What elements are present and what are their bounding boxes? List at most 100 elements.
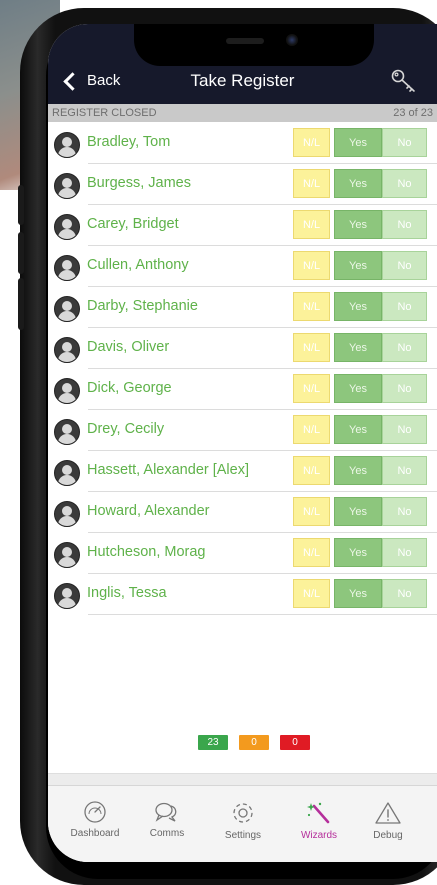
attendance-counts: 23 0 0 (198, 735, 310, 750)
avatar-icon (54, 501, 80, 527)
tab-settings[interactable]: Settings (208, 800, 278, 841)
tab-label: Debug (373, 830, 403, 841)
student-name[interactable]: Davis, Oliver (87, 339, 169, 355)
avatar-icon (54, 542, 80, 568)
tab-label: Wizards (300, 830, 338, 841)
not-listed-button[interactable]: N/L (293, 169, 330, 198)
not-listed-button[interactable]: N/L (293, 415, 330, 444)
student-name[interactable]: Burgess, James (87, 175, 191, 191)
register-status: REGISTER CLOSED (52, 107, 157, 119)
student-name[interactable]: Dick, George (87, 380, 172, 396)
warning-triangle-icon (353, 800, 423, 826)
not-listed-button[interactable]: N/L (293, 210, 330, 239)
tab-dashboard[interactable]: Dashboard (60, 800, 130, 839)
present-no-button[interactable]: No (382, 128, 427, 157)
present-yes-button[interactable]: Yes (334, 128, 382, 157)
register-count: 23 of 23 (393, 107, 433, 119)
avatar-icon (54, 419, 80, 445)
front-camera (286, 34, 298, 46)
present-yes-button[interactable]: Yes (334, 374, 382, 403)
student-row: Howard, Alexander N/L Yes No (48, 492, 437, 533)
not-listed-button[interactable]: N/L (293, 292, 330, 321)
phone-side-button (18, 278, 24, 330)
present-no-button[interactable]: No (382, 292, 427, 321)
not-listed-button[interactable]: N/L (293, 333, 330, 362)
present-yes-button[interactable]: Yes (334, 415, 382, 444)
present-yes-button[interactable]: Yes (334, 333, 382, 362)
page-title: Take Register (190, 71, 295, 90)
student-name[interactable]: Inglis, Tessa (87, 585, 167, 601)
student-row: Dick, George N/L Yes No (48, 369, 437, 410)
not-listed-button[interactable]: N/L (293, 251, 330, 280)
tab-wizards[interactable]: Wizards (284, 800, 354, 841)
present-yes-button[interactable]: Yes (334, 456, 382, 485)
student-list: Bradley, Tom N/L Yes No Burgess, James N/L Yes… (48, 123, 437, 615)
student-row: Davis, Oliver N/L Yes No (48, 328, 437, 369)
present-no-button[interactable]: No (382, 251, 427, 280)
student-name[interactable]: Darby, Stephanie (87, 298, 198, 314)
phone-notch (134, 24, 374, 66)
avatar-icon (54, 583, 80, 609)
row-divider (88, 614, 437, 615)
present-no-button[interactable]: No (382, 538, 427, 567)
present-yes-button[interactable]: Yes (334, 538, 382, 567)
avatar-icon (54, 214, 80, 240)
phone-side-button (18, 185, 24, 225)
not-listed-button[interactable]: N/L (293, 538, 330, 567)
student-row: Inglis, Tessa N/L Yes No (48, 574, 437, 615)
key-icon[interactable] (390, 68, 418, 94)
avatar-icon (54, 460, 80, 486)
present-no-button[interactable]: No (382, 497, 427, 526)
student-name[interactable]: Cullen, Anthony (87, 257, 189, 273)
count-badge: 0 (239, 735, 269, 750)
not-listed-button[interactable]: N/L (293, 128, 330, 157)
student-row: Hutcheson, Morag N/L Yes No (48, 533, 437, 574)
tab-label: Settings (224, 830, 262, 841)
present-no-button[interactable]: No (382, 374, 427, 403)
present-no-button[interactable]: No (382, 210, 427, 239)
avatar-icon (54, 337, 80, 363)
student-name[interactable]: Hassett, Alexander [Alex] (87, 462, 249, 478)
gear-icon (208, 800, 278, 826)
student-name[interactable]: Carey, Bridget (87, 216, 179, 232)
student-row: Bradley, Tom N/L Yes No (48, 123, 437, 164)
student-name[interactable]: Drey, Cecily (87, 421, 164, 437)
avatar-icon (54, 255, 80, 281)
avatar-icon (54, 378, 80, 404)
present-yes-button[interactable]: Yes (334, 169, 382, 198)
chat-bubbles-icon (132, 800, 202, 824)
phone-side-button (18, 232, 24, 274)
present-no-button[interactable]: No (382, 169, 427, 198)
present-no-button[interactable]: No (382, 415, 427, 444)
dashboard-gauge-icon (60, 800, 130, 824)
student-row: Carey, Bridget N/L Yes No (48, 205, 437, 246)
not-listed-button[interactable]: N/L (293, 497, 330, 526)
present-yes-button[interactable]: Yes (334, 497, 382, 526)
register-status-bar: REGISTER CLOSED 23 of 23 (48, 104, 437, 122)
student-name[interactable]: Howard, Alexander (87, 503, 210, 519)
magic-wand-icon (284, 800, 354, 826)
tab-debug[interactable]: Debug (353, 800, 423, 841)
present-yes-button[interactable]: Yes (334, 579, 382, 608)
student-row: Darby, Stephanie N/L Yes No (48, 287, 437, 328)
tab-label: Comms (149, 828, 185, 839)
app-screen: Back Take Register REGISTER CLOSED 23 of… (48, 24, 437, 862)
present-no-button[interactable]: No (382, 333, 427, 362)
present-yes-button[interactable]: Yes (334, 210, 382, 239)
present-yes-button[interactable]: Yes (334, 292, 382, 321)
present-no-button[interactable]: No (382, 456, 427, 485)
student-row: Cullen, Anthony N/L Yes No (48, 246, 437, 287)
count-badge: 23 (198, 735, 228, 750)
student-name[interactable]: Hutcheson, Morag (87, 544, 205, 560)
tab-comms[interactable]: Comms (132, 800, 202, 839)
student-row: Burgess, James N/L Yes No (48, 164, 437, 205)
student-name[interactable]: Bradley, Tom (87, 134, 170, 150)
present-no-button[interactable]: No (382, 579, 427, 608)
not-listed-button[interactable]: N/L (293, 579, 330, 608)
not-listed-button[interactable]: N/L (293, 374, 330, 403)
student-row: Drey, Cecily N/L Yes No (48, 410, 437, 451)
tab-bar: Dashboard Comms Settings Wizards Debug (48, 785, 437, 862)
avatar-icon (54, 173, 80, 199)
present-yes-button[interactable]: Yes (334, 251, 382, 280)
not-listed-button[interactable]: N/L (293, 456, 330, 485)
